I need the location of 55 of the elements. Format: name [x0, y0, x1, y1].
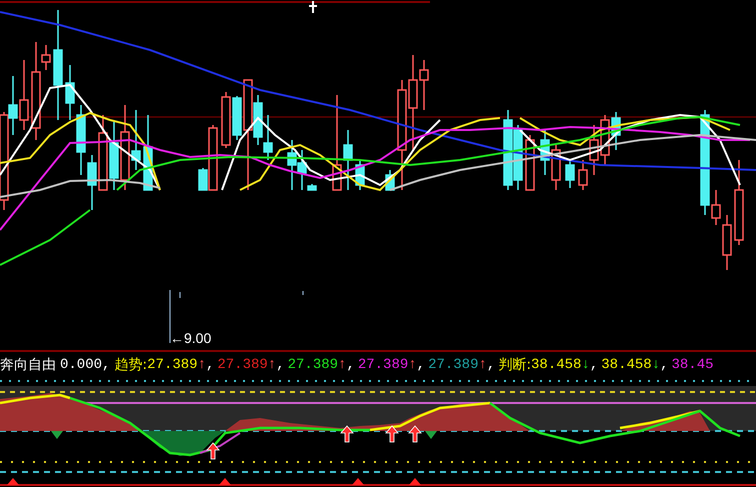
- candlestick: [565, 160, 575, 188]
- candlestick: [76, 105, 86, 175]
- candlestick: [19, 60, 29, 130]
- candlestick: [540, 130, 550, 175]
- separator: ,: [206, 356, 214, 374]
- up-arrow-icon: [340, 425, 354, 442]
- candlestick: [600, 115, 610, 165]
- candlestick: [263, 115, 273, 160]
- crosshair-icon: [308, 0, 318, 14]
- up-triangle-icon: [7, 478, 19, 485]
- up-arrow-icon: [385, 425, 399, 442]
- separator: ,: [660, 356, 668, 374]
- candlestick: [385, 170, 395, 191]
- indicator-value: 0.000,: [60, 356, 110, 374]
- candlestick: [87, 155, 97, 210]
- down-triangle-icon: [425, 431, 437, 439]
- indicator-name: 奔向自由: [0, 356, 56, 374]
- candlestick: [65, 65, 75, 120]
- separator: ,: [590, 356, 598, 374]
- separator: ,: [486, 356, 496, 374]
- separator: ,: [346, 356, 355, 374]
- up-arrow-icon: [408, 425, 422, 442]
- candlestick: [287, 140, 297, 190]
- trend-arrow: ↑: [198, 356, 206, 374]
- series-value: 27.389: [217, 356, 268, 374]
- series-label: 判断:: [498, 356, 532, 374]
- trend-arrow: ↑: [478, 356, 487, 374]
- candlestick: [109, 120, 119, 190]
- candlestick: [611, 112, 621, 150]
- candlestick: [131, 110, 141, 170]
- trend-arrow: ↓: [652, 356, 660, 374]
- trend-arrow: ↑: [338, 356, 346, 374]
- series-value: 27.389: [358, 356, 408, 374]
- trend-arrow: ↓: [581, 356, 590, 374]
- price-label: ←9.00: [170, 330, 212, 346]
- series-value: 27.389: [147, 356, 198, 374]
- up-arrow-icon: [206, 442, 220, 460]
- down-triangle-icon: [51, 431, 63, 439]
- candlestick: [551, 145, 561, 190]
- series-value: 27.389: [288, 356, 338, 374]
- up-triangle-icon: [409, 478, 421, 485]
- separator: ,: [416, 356, 426, 374]
- candlestick: [355, 160, 365, 190]
- up-triangle-icon: [352, 478, 364, 485]
- up-triangle-icon: [219, 478, 231, 485]
- series-value: 27.389: [428, 356, 478, 374]
- series-value: 38.458: [531, 356, 582, 374]
- series-value: 38.45: [672, 356, 714, 374]
- trend-arrow: ↑: [268, 356, 276, 374]
- series-label: 趋势:: [114, 356, 148, 374]
- separator: ,: [276, 356, 285, 374]
- series-value: 38.458: [601, 356, 652, 374]
- candlestick: [221, 92, 231, 148]
- candlestick: [513, 125, 523, 190]
- trend-arrow: ↑: [408, 356, 417, 374]
